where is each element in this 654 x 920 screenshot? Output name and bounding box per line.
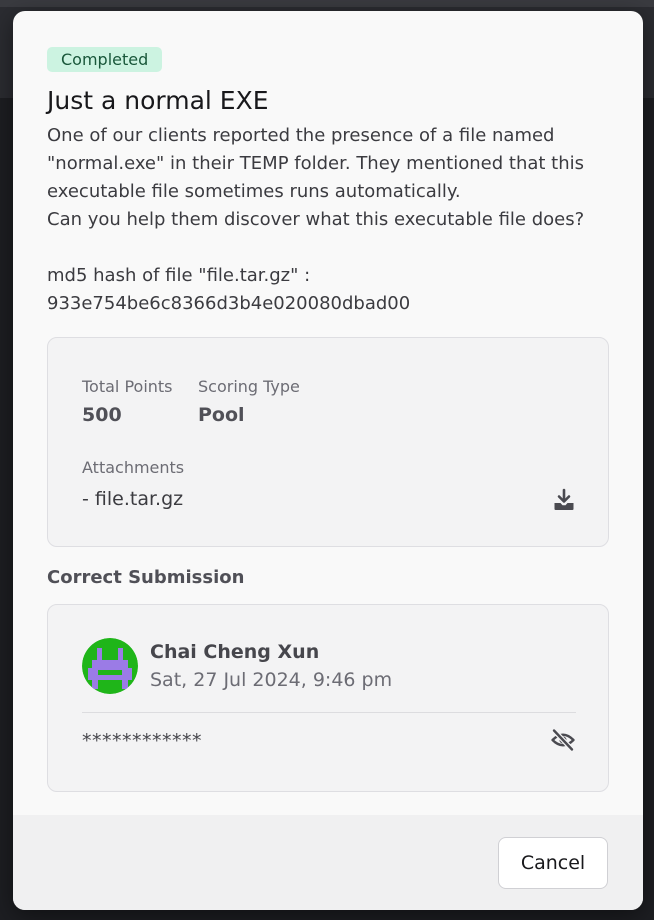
- eye-slash-icon[interactable]: [550, 727, 576, 753]
- challenge-title: Just a normal EXE: [47, 86, 269, 115]
- avatar: [82, 638, 138, 694]
- scoring-type-value: Pool: [198, 404, 245, 426]
- attachment-file-link[interactable]: - file.tar.gz: [82, 488, 183, 510]
- eye-slash-icon-graphic: [551, 728, 575, 752]
- download-icon-graphic: [554, 488, 574, 510]
- challenge-modal: Completed Just a normal EXE One of our c…: [13, 11, 643, 910]
- submission-divider: [82, 712, 576, 713]
- challenge-header: Completed Just a normal EXE One of our c…: [47, 47, 609, 318]
- backdrop-strip: [0, 0, 654, 7]
- hash-value: 933e754be6c8366d3b4e020080dbad00: [47, 293, 411, 314]
- hash-label: md5 hash of file "file.tar.gz" :: [47, 265, 311, 286]
- submitter-name: Chai Cheng Xun: [150, 641, 320, 663]
- scoring-type-stat: Scoring Type Pool: [198, 377, 300, 427]
- modal-footer: Cancel: [13, 815, 643, 910]
- description-line: One of our clients reported the presence…: [47, 125, 555, 146]
- attachments-label: Attachments: [82, 458, 185, 477]
- masked-flag: ************: [82, 730, 202, 752]
- cancel-button[interactable]: Cancel: [498, 837, 608, 889]
- status-badge: Completed: [47, 47, 163, 72]
- total-points-value: 500: [82, 404, 122, 426]
- avatar-graphic: [82, 638, 138, 694]
- total-points-label: Total Points: [82, 377, 173, 396]
- download-icon[interactable]: [552, 488, 576, 512]
- description-line: "normal.exe" in their TEMP folder. They …: [47, 153, 585, 174]
- description-line: Can you help them discover what this exe…: [47, 209, 585, 230]
- total-points-stat: Total Points 500: [82, 377, 173, 427]
- description-line: executable file sometimes runs automatic…: [47, 181, 461, 202]
- challenge-description: One of our clients reported the presence…: [47, 122, 617, 318]
- scoring-type-label: Scoring Type: [198, 377, 300, 396]
- submission-timestamp: Sat, 27 Jul 2024, 9:46 pm: [150, 669, 393, 691]
- correct-submission-heading: Correct Submission: [47, 567, 245, 588]
- submission-card: Chai Cheng Xun Sat, 27 Jul 2024, 9:46 pm…: [47, 604, 609, 792]
- challenge-details-card: Total Points 500 Scoring Type Pool Attac…: [47, 337, 609, 547]
- description-spacer: [47, 234, 617, 262]
